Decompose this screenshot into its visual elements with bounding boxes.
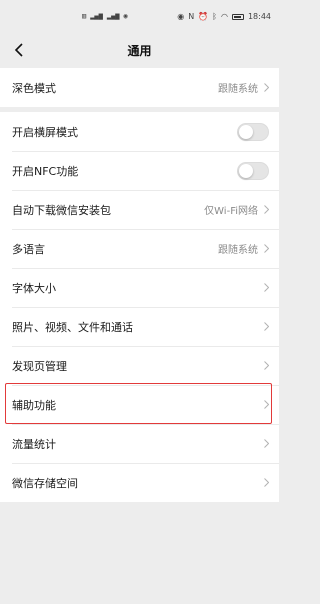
sim-icon: ▥	[82, 12, 87, 20]
chevron-right-icon	[264, 361, 269, 370]
row-label: 多语言	[12, 242, 45, 256]
row-label: 自动下载微信安装包	[12, 203, 111, 217]
row-nfc: 开启NFC功能	[0, 151, 279, 190]
battery-icon	[231, 13, 244, 20]
status-left-icons: ▥ ▂▄▆ ▂▄▆ ◉	[82, 12, 128, 20]
row-storage[interactable]: 微信存储空间	[0, 463, 279, 502]
chevron-right-icon	[264, 439, 269, 448]
landscape-toggle[interactable]	[237, 122, 269, 141]
row-landscape-mode: 开启横屏模式	[0, 112, 279, 151]
status-time: 18:44	[247, 12, 271, 21]
row-label: 深色模式	[12, 81, 56, 95]
chevron-right-icon	[264, 205, 269, 214]
nfc-toggle[interactable]	[237, 161, 269, 180]
row-auto-download[interactable]: 自动下载微信安装包 仅Wi-Fi网络	[0, 190, 279, 229]
page-title: 通用	[127, 44, 152, 58]
row-data-usage[interactable]: 流量统计	[0, 424, 279, 463]
row-label: 辅助功能	[12, 398, 56, 412]
row-language[interactable]: 多语言 跟随系统	[0, 229, 279, 268]
row-label: 开启NFC功能	[12, 164, 79, 178]
signal-icon: ▂▄▆	[90, 12, 103, 20]
toggle-knob	[239, 124, 253, 139]
row-font-size[interactable]: 字体大小	[0, 268, 279, 307]
settings-group-general: 开启横屏模式 开启NFC功能 自动下载微信安装包 仅Wi-Fi网络 多语言 跟随…	[0, 112, 279, 502]
row-label: 字体大小	[12, 281, 56, 295]
chevron-right-icon	[264, 283, 269, 292]
row-label: 照片、视频、文件和通话	[12, 320, 133, 334]
notification-icon: ◉	[123, 12, 128, 20]
row-label: 流量统计	[12, 437, 56, 451]
status-right-icons: ◉ N ⏰ ᛒ ◠ 18:44	[177, 12, 271, 21]
chevron-right-icon	[264, 322, 269, 331]
row-label: 开启横屏模式	[12, 125, 78, 139]
chevron-right-icon	[264, 83, 269, 92]
bluetooth-icon: ᛒ	[212, 12, 217, 21]
wifi-icon: ◠	[220, 12, 228, 21]
settings-group-display: 深色模式 跟随系统	[0, 68, 279, 107]
row-label: 发现页管理	[12, 359, 67, 373]
row-dark-mode[interactable]: 深色模式 跟随系统	[0, 68, 279, 107]
chevron-right-icon	[264, 478, 269, 487]
toggle-knob	[239, 163, 253, 178]
chevron-right-icon	[264, 244, 269, 253]
nfc-icon: N	[188, 12, 195, 21]
chevron-right-icon	[264, 400, 269, 409]
alarm-icon: ⏰	[198, 12, 209, 21]
row-value: 跟随系统	[218, 245, 258, 256]
row-accessibility[interactable]: 辅助功能	[0, 385, 279, 424]
status-bar: ▥ ▂▄▆ ▂▄▆ ◉ ◉ N ⏰ ᛒ ◠ 18:44	[0, 0, 279, 34]
row-value: 仅Wi-Fi网络	[204, 206, 258, 217]
row-discover[interactable]: 发现页管理	[0, 346, 279, 385]
eye-icon: ◉	[177, 12, 185, 21]
signal-icon-2: ▂▄▆	[106, 12, 120, 20]
row-value: 跟随系统	[218, 84, 258, 95]
row-media[interactable]: 照片、视频、文件和通话	[0, 307, 279, 346]
nav-bar: 通用	[0, 34, 279, 66]
row-label: 微信存储空间	[12, 476, 78, 490]
